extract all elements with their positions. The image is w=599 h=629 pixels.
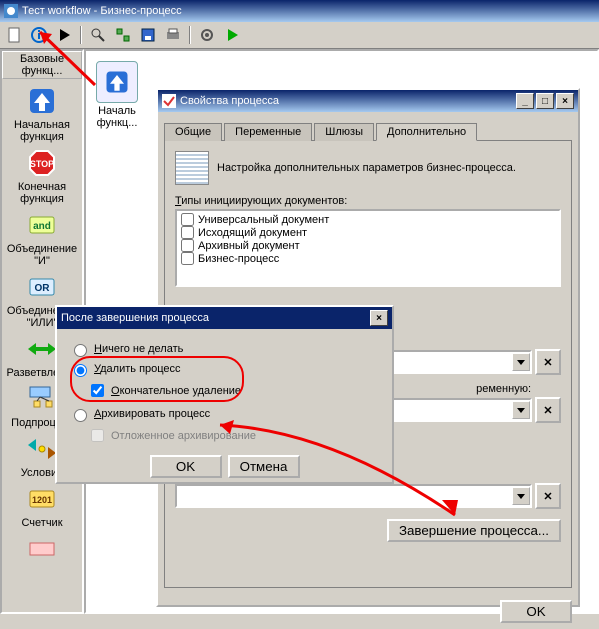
tb-info-icon[interactable] xyxy=(28,24,50,46)
palette-label: Конечная функция xyxy=(4,181,80,205)
svg-text:OR: OR xyxy=(35,283,51,294)
chevron-down-icon[interactable] xyxy=(512,353,530,371)
doc-types-list[interactable]: Универсальный документ Исходящий докумен… xyxy=(175,209,561,287)
check-final-delete[interactable]: Окончательное удаление xyxy=(87,381,380,400)
counter-icon: 1201 xyxy=(26,483,58,515)
tb-sep-2 xyxy=(189,26,191,44)
arrow-up-icon xyxy=(96,61,138,103)
list-item[interactable]: Бизнес-процесс xyxy=(179,252,557,265)
tabs: Общие Переменные Шлюзы Дополнительно xyxy=(164,122,572,141)
radio-nothing[interactable]: Ничего не делать xyxy=(69,341,380,357)
tb-pick-icon[interactable] xyxy=(112,24,134,46)
palette-item-start[interactable]: Начальная функция xyxy=(4,85,80,143)
cancel-button[interactable]: Отмена xyxy=(228,455,300,478)
app-icon xyxy=(4,4,18,18)
tb-save-icon[interactable] xyxy=(137,24,159,46)
svg-text:1201: 1201 xyxy=(32,495,52,505)
checkbox[interactable] xyxy=(91,384,104,397)
stop-icon: STOP xyxy=(26,147,58,179)
tab-advanced[interactable]: Дополнительно xyxy=(376,123,477,141)
list-item[interactable]: Архивный документ xyxy=(179,239,557,252)
close-button[interactable]: × xyxy=(370,310,388,326)
tb-play-icon[interactable] xyxy=(53,24,75,46)
palette-item-counter[interactable]: 1201 Счетчик xyxy=(4,483,80,529)
doc-icon xyxy=(175,151,209,185)
completion-button[interactable]: Завершение процесса... xyxy=(387,519,561,542)
svg-text:STOP: STOP xyxy=(30,159,54,169)
tb-zoom-icon[interactable] xyxy=(87,24,109,46)
radio[interactable] xyxy=(74,344,87,357)
checkbox[interactable] xyxy=(181,213,194,226)
types-label: Типы инициирующих документов: xyxy=(175,195,561,207)
condition-icon xyxy=(26,433,58,465)
tb-run-icon[interactable] xyxy=(221,24,243,46)
list-item[interactable]: Исходящий документ xyxy=(179,226,557,239)
checkbox[interactable] xyxy=(181,252,194,265)
tb-print-icon[interactable] xyxy=(162,24,184,46)
node-label: Начальфункц... xyxy=(96,105,138,129)
clear-button[interactable]: ✕ xyxy=(535,483,561,509)
radio-archive[interactable]: Архивировать процесс xyxy=(69,406,380,422)
list-item[interactable]: Универсальный документ xyxy=(179,213,557,226)
minimize-button[interactable]: _ xyxy=(516,93,534,109)
start-node[interactable]: Начальфункц... xyxy=(96,61,138,129)
main-toolbar xyxy=(0,22,599,49)
chevron-down-icon[interactable] xyxy=(512,487,530,505)
palette-item-more[interactable] xyxy=(4,533,80,567)
or-icon: OR xyxy=(26,271,58,303)
combo-3[interactable] xyxy=(175,484,532,508)
and-icon: and xyxy=(26,209,58,241)
palette-label: Счетчик xyxy=(4,517,80,529)
main-title: Тест workflow - Бизнес-процесс xyxy=(22,5,182,17)
tab-vars[interactable]: Переменные xyxy=(224,123,312,141)
checkbox xyxy=(91,429,104,442)
arrow-up-icon xyxy=(26,85,58,117)
tb-doc[interactable] xyxy=(3,24,25,46)
properties-title: Свойства процесса xyxy=(180,95,279,107)
svg-text:and: and xyxy=(33,221,51,232)
check-icon xyxy=(162,94,176,108)
close-button[interactable]: × xyxy=(556,93,574,109)
radio[interactable] xyxy=(74,364,87,377)
check-deferred: Отложенное архивирование xyxy=(87,426,380,445)
palette-item-end[interactable]: STOP Конечная функция xyxy=(4,147,80,205)
combo-row-3: ✕ xyxy=(175,483,561,509)
after-title: После завершения процесса xyxy=(61,312,209,324)
tb-sep-1 xyxy=(80,26,82,44)
properties-titlebar[interactable]: Свойства процесса _ □ × xyxy=(158,90,578,112)
ok-button[interactable]: OK xyxy=(500,600,572,623)
chevron-down-icon[interactable] xyxy=(512,401,530,419)
palette-label: Объединение "И" xyxy=(4,243,80,267)
after-titlebar[interactable]: После завершения процесса × xyxy=(57,307,392,329)
clear-button[interactable]: ✕ xyxy=(535,397,561,423)
tb-gear-icon[interactable] xyxy=(196,24,218,46)
tab-general[interactable]: Общие xyxy=(164,123,222,141)
radio[interactable] xyxy=(74,409,87,422)
after-completion-dialog: После завершения процесса × Ничего не де… xyxy=(55,305,394,484)
info-text: Настройка дополнительных параметров бизн… xyxy=(217,162,516,174)
tab-gateways[interactable]: Шлюзы xyxy=(314,123,374,141)
checkbox[interactable] xyxy=(181,226,194,239)
palette-tab[interactable]: Базовые функц... xyxy=(2,51,82,79)
subprocess-icon xyxy=(26,383,58,415)
main-titlebar: Тест workflow - Бизнес-процесс xyxy=(0,0,599,22)
palette-item-and[interactable]: and Объединение "И" xyxy=(4,209,80,267)
checkbox[interactable] xyxy=(181,239,194,252)
more-icon xyxy=(26,533,58,565)
radio-delete[interactable]: Удалить процесс xyxy=(69,361,380,377)
split-icon xyxy=(26,333,58,365)
clear-button[interactable]: ✕ xyxy=(535,349,561,375)
maximize-button[interactable]: □ xyxy=(536,93,554,109)
ok-button[interactable]: OK xyxy=(150,455,222,478)
palette-label: Начальная функция xyxy=(4,119,80,143)
